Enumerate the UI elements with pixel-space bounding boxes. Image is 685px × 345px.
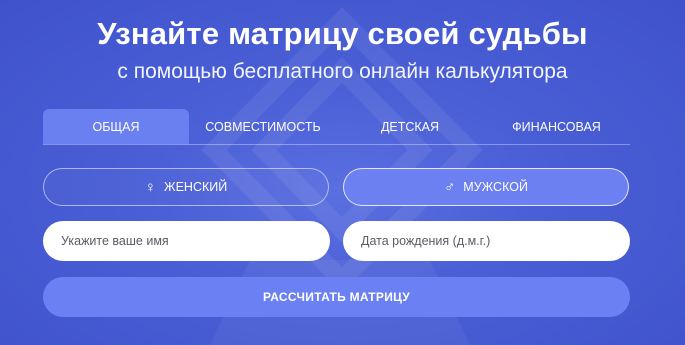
page-title: Узнайте матрицу своей судьбы (97, 16, 588, 51)
calculate-matrix-button[interactable]: РАССЧИТАТЬ МАТРИЦУ (43, 277, 630, 317)
tab-children[interactable]: Детская (337, 109, 483, 144)
gender-female-button[interactable]: ♀ ЖЕНСКИЙ (43, 168, 329, 206)
name-input[interactable] (43, 221, 330, 261)
hero-section: Узнайте матрицу своей судьбы с помощью б… (0, 0, 685, 345)
birth-date-input[interactable] (343, 221, 630, 261)
page-subtitle: с помощью бесплатного онлайн калькулятор… (117, 60, 568, 83)
male-symbol-icon: ♂ (444, 178, 456, 196)
tab-compatibility[interactable]: Совместимость (189, 109, 337, 144)
tab-general[interactable]: Общая (43, 109, 189, 144)
gender-male-button[interactable]: ♂ МУЖСКОЙ (343, 168, 629, 206)
gender-male-label: МУЖСКОЙ (463, 180, 528, 194)
female-symbol-icon: ♀ (144, 178, 157, 196)
gender-female-label: ЖЕНСКИЙ (164, 180, 228, 194)
tab-financial[interactable]: Финансовая (483, 109, 630, 144)
calculator-tabs: Общая Совместимость Детская Финансовая (43, 109, 630, 145)
